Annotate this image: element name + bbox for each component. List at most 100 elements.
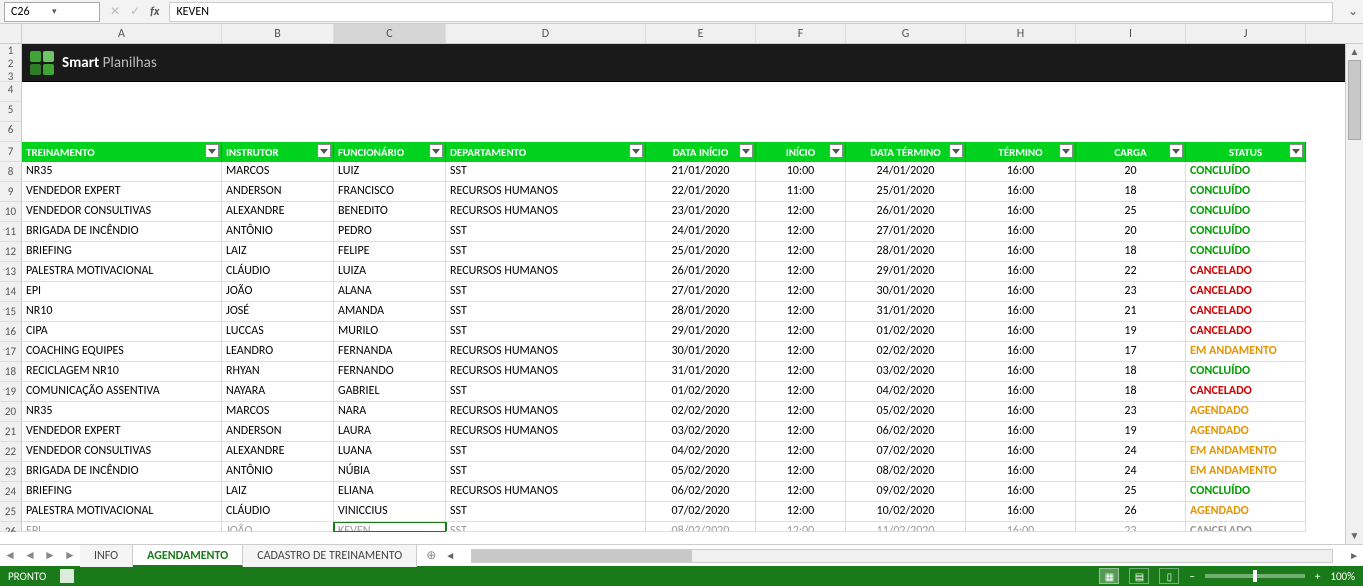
cell[interactable]: COACHING EQUIPES <box>22 342 222 362</box>
cell[interactable]: 26/01/2020 <box>846 202 966 222</box>
column-header-G[interactable]: G <box>846 24 966 43</box>
cell[interactable]: 16:00 <box>966 502 1076 522</box>
cell[interactable]: LUCCAS <box>222 322 334 342</box>
column-header-F[interactable]: F <box>756 24 846 43</box>
view-normal-icon[interactable]: ▦ <box>1099 568 1119 584</box>
row-headers-4-6[interactable]: 4 5 6 <box>0 82 22 142</box>
row-header[interactable]: 10 <box>0 202 22 222</box>
zoom-out-button[interactable]: − <box>1189 570 1194 583</box>
cell[interactable]: 16:00 <box>966 482 1076 502</box>
column-header-H[interactable]: H <box>966 24 1076 43</box>
cell[interactable]: 09/02/2020 <box>846 482 966 502</box>
cell[interactable]: 10:00 <box>756 162 846 182</box>
cell[interactable]: 12:00 <box>756 442 846 462</box>
cell[interactable]: PALESTRA MOTIVACIONAL <box>22 262 222 282</box>
row-header[interactable]: 23 <box>0 462 22 482</box>
cell[interactable]: JOÃO <box>222 282 334 302</box>
cell[interactable]: NR35 <box>22 402 222 422</box>
filter-icon[interactable] <box>317 144 331 158</box>
name-box[interactable]: C26 ▾ <box>4 2 100 22</box>
status-cell[interactable]: CONCLUÍDO <box>1186 162 1306 182</box>
hscroll-right-icon[interactable]: ► <box>1349 549 1359 562</box>
cell[interactable]: 24/01/2020 <box>646 222 756 242</box>
cell[interactable]: ALEXANDRE <box>222 442 334 462</box>
col-header-departamento[interactable]: DEPARTAMENTO <box>446 142 646 162</box>
cell[interactable]: 27/01/2020 <box>846 222 966 242</box>
cell[interactable]: 03/02/2020 <box>846 362 966 382</box>
filter-icon[interactable] <box>1169 144 1183 158</box>
cell[interactable]: 23 <box>1076 522 1186 532</box>
cell[interactable]: NAYARA <box>222 382 334 402</box>
cell[interactable]: 29/01/2020 <box>646 322 756 342</box>
col-header-inicio[interactable]: INÍCIO <box>756 142 846 162</box>
cell[interactable]: 31/01/2020 <box>646 362 756 382</box>
status-cell[interactable]: EM ANDAMENTO <box>1186 442 1306 462</box>
cell[interactable]: 28/01/2020 <box>646 302 756 322</box>
filter-icon[interactable] <box>429 144 443 158</box>
row-header[interactable]: 24 <box>0 482 22 502</box>
column-header-E[interactable]: E <box>646 24 756 43</box>
cell[interactable]: RECURSOS HUMANOS <box>446 262 646 282</box>
cell[interactable]: NR10 <box>22 302 222 322</box>
view-page-break-icon[interactable]: ▯ <box>1159 568 1179 584</box>
scroll-up-icon[interactable]: ▲ <box>1346 44 1363 60</box>
hscroll-left-icon[interactable]: ◄ <box>445 549 455 562</box>
filter-icon[interactable] <box>629 144 643 158</box>
cell[interactable]: 25/01/2020 <box>846 182 966 202</box>
cell[interactable]: ANDERSON <box>222 182 334 202</box>
cell[interactable]: ALEXANDRE <box>222 202 334 222</box>
horizontal-scrollbar[interactable]: ◄ ► <box>445 549 1363 563</box>
cell[interactable]: 16:00 <box>966 282 1076 302</box>
cell[interactable]: VENDEDOR EXPERT <box>22 422 222 442</box>
formula-input[interactable]: KEVEN <box>169 2 1333 22</box>
row-header[interactable]: 21 <box>0 422 22 442</box>
macro-record-icon[interactable] <box>60 569 74 583</box>
cell[interactable]: 12:00 <box>756 482 846 502</box>
sheet-tab[interactable]: AGENDAMENTO <box>133 545 243 567</box>
cell[interactable]: 16:00 <box>966 322 1076 342</box>
insert-function-icon[interactable]: fx <box>150 5 159 19</box>
cell[interactable]: 04/02/2020 <box>646 442 756 462</box>
row-header[interactable]: 22 <box>0 442 22 462</box>
cell[interactable]: 16:00 <box>966 202 1076 222</box>
cell[interactable]: 01/02/2020 <box>846 322 966 342</box>
cell[interactable]: 31/01/2020 <box>846 302 966 322</box>
cell[interactable]: 25 <box>1076 482 1186 502</box>
cell[interactable]: SST <box>446 282 646 302</box>
column-header-C[interactable]: C <box>334 24 446 43</box>
cell[interactable]: 22 <box>1076 262 1186 282</box>
cell[interactable]: 16:00 <box>966 182 1076 202</box>
zoom-level[interactable]: 100% <box>1330 570 1355 583</box>
cell[interactable]: 12:00 <box>756 322 846 342</box>
cell[interactable]: MARCOS <box>222 402 334 422</box>
row-header[interactable]: 19 <box>0 382 22 402</box>
cell[interactable]: 20 <box>1076 162 1186 182</box>
status-cell[interactable]: CANCELADO <box>1186 262 1306 282</box>
scroll-down-icon[interactable]: ▼ <box>1346 528 1363 544</box>
status-cell[interactable]: AGENDADO <box>1186 402 1306 422</box>
cell[interactable]: 16:00 <box>966 302 1076 322</box>
cell[interactable]: 11/02/2020 <box>846 522 966 532</box>
cell[interactable]: 24 <box>1076 462 1186 482</box>
filter-icon[interactable] <box>1059 144 1073 158</box>
cell[interactable]: LEANDRO <box>222 342 334 362</box>
cell[interactable]: ALANA <box>334 282 446 302</box>
status-cell[interactable]: CONCLUÍDO <box>1186 222 1306 242</box>
cell[interactable]: 12:00 <box>756 262 846 282</box>
cell[interactable]: RECURSOS HUMANOS <box>446 202 646 222</box>
cell[interactable]: GABRIEL <box>334 382 446 402</box>
col-header-treinamento[interactable]: TREINAMENTO <box>22 142 222 162</box>
cell[interactable]: SST <box>446 302 646 322</box>
col-header-data-termino[interactable]: DATA TÉRMINO <box>846 142 966 162</box>
cell[interactable]: MURILO <box>334 322 446 342</box>
cell[interactable]: 16:00 <box>966 422 1076 442</box>
row-header[interactable]: 11 <box>0 222 22 242</box>
cell[interactable]: LAIZ <box>222 242 334 262</box>
status-cell[interactable]: CANCELADO <box>1186 382 1306 402</box>
cell[interactable]: 08/02/2020 <box>846 462 966 482</box>
cell[interactable]: RECURSOS HUMANOS <box>446 342 646 362</box>
cell[interactable]: 16:00 <box>966 402 1076 422</box>
tab-nav-last-icon[interactable]: ► <box>64 548 76 563</box>
column-header-B[interactable]: B <box>222 24 334 43</box>
status-cell[interactable]: CANCELADO <box>1186 302 1306 322</box>
